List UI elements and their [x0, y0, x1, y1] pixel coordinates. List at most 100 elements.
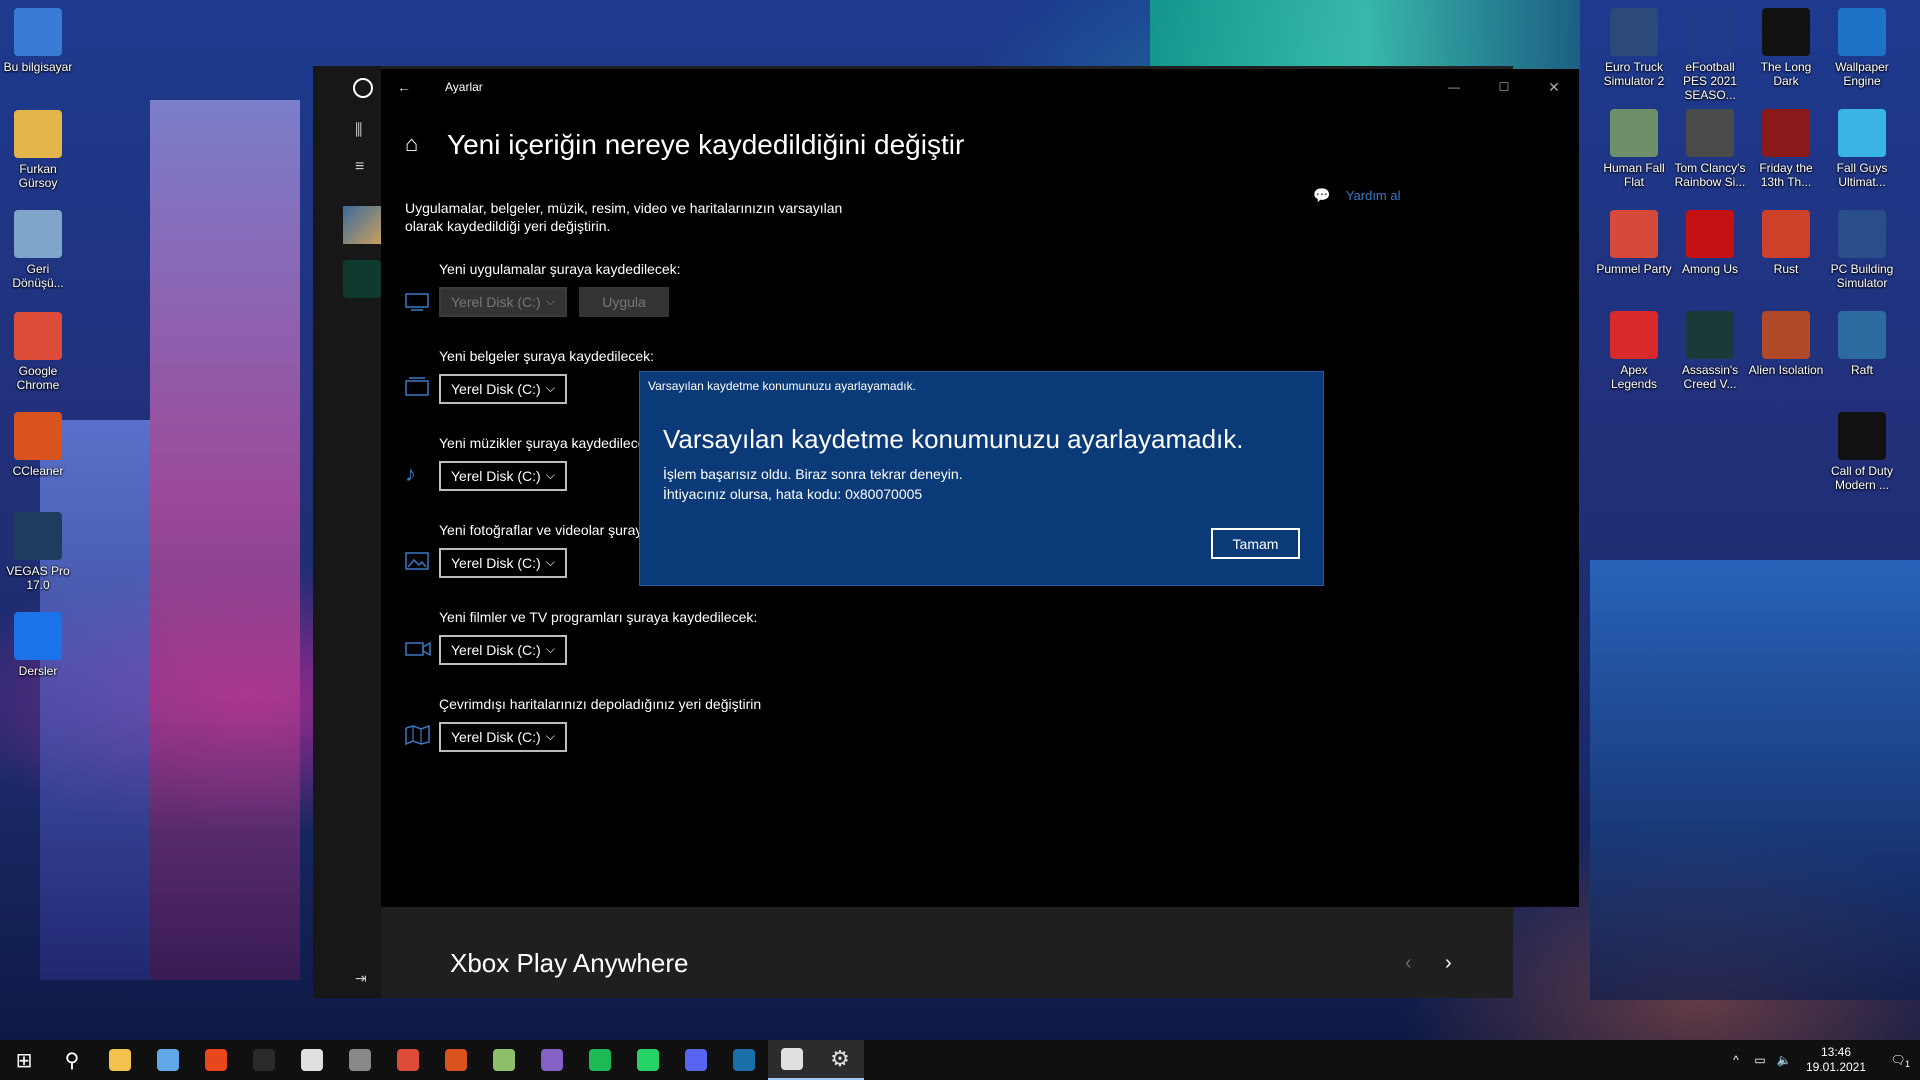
library-icon[interactable]: ⫼: [355, 122, 362, 140]
system-tray: ^ ▭ 🔈 13:46 19.01.2021 🗨 1: [1724, 1040, 1920, 1080]
taskbar-search-button[interactable]: ⚲: [48, 1040, 96, 1080]
desktop-icon[interactable]: eFootball PES 2021 SEASO...: [1672, 8, 1748, 102]
taskbar-office[interactable]: [192, 1040, 240, 1080]
documents-icon: [405, 377, 431, 399]
desktop-icon-label: Rust: [1773, 262, 1799, 276]
desktop-icon[interactable]: CCleaner: [0, 412, 76, 478]
taskbar-chrome[interactable]: [384, 1040, 432, 1080]
taskbar-notepad[interactable]: [480, 1040, 528, 1080]
desktop-icon[interactable]: Fall Guys Ultimat...: [1824, 109, 1900, 189]
close-button[interactable]: ✕: [1529, 79, 1579, 96]
ok-button[interactable]: Tamam: [1211, 528, 1300, 559]
desktop-icon[interactable]: Euro Truck Simulator 2: [1596, 8, 1672, 88]
desktop-icon[interactable]: Bu bilgisayar: [0, 8, 76, 74]
desktop-icon[interactable]: Furkan Gürsoy: [0, 110, 76, 190]
notepad-icon: [493, 1049, 515, 1071]
photos-location-value: Yerel Disk (C:): [451, 555, 541, 571]
desktop-icon[interactable]: Call of Duty Modern ...: [1824, 412, 1900, 492]
app-icon: [14, 312, 62, 360]
desktop-icon-label: Euro Truck Simulator 2: [1603, 60, 1665, 88]
dialog-message: İşlem başarısız oldu. Biraz sonra tekrar…: [663, 464, 963, 504]
carousel-next-icon[interactable]: ›: [1445, 952, 1452, 975]
desktop-icon[interactable]: Rust: [1748, 210, 1824, 276]
xbox-logo-icon[interactable]: [353, 78, 373, 98]
chevron-down-icon: ⌵: [545, 294, 555, 308]
taskbar-ccleaner[interactable]: [432, 1040, 480, 1080]
chevron-down-icon: ⌵: [545, 381, 555, 395]
desktop-icon[interactable]: Alien Isolation: [1748, 311, 1824, 377]
desktop-icon[interactable]: Google Chrome: [0, 312, 76, 392]
app-icon: [14, 110, 62, 158]
taskbar-spotify[interactable]: [576, 1040, 624, 1080]
network-icon[interactable]: ▭: [1748, 1053, 1772, 1067]
desktop-icon[interactable]: Tom Clancy's Rainbow Si...: [1672, 109, 1748, 189]
movies-location-dropdown[interactable]: Yerel Disk (C:) ⌵: [439, 635, 567, 665]
taskbar-this-pc[interactable]: [144, 1040, 192, 1080]
help-link[interactable]: 💬 Yardım al: [1313, 187, 1401, 204]
clock[interactable]: 13:46 19.01.2021: [1796, 1045, 1876, 1075]
desktop-icon[interactable]: Raft: [1824, 311, 1900, 377]
section-music-label: Yeni müzikler şuraya kaydedilecek:: [439, 435, 657, 451]
desktop-icon-label: eFootball PES 2021 SEASO...: [1682, 60, 1738, 102]
taskbar-steam[interactable]: [720, 1040, 768, 1080]
maps-location-value: Yerel Disk (C:): [451, 729, 541, 745]
taskbar-visual-studio[interactable]: [528, 1040, 576, 1080]
menu-icon[interactable]: ≡: [355, 158, 364, 176]
chevron-up-icon[interactable]: ^: [1724, 1053, 1748, 1067]
desktop-icon[interactable]: Geri Dönüşü...: [0, 210, 76, 290]
desktop-icon[interactable]: Assassin's Creed V...: [1672, 311, 1748, 391]
taskbar: ⊞ ⚲ ⚙ ^ ▭ 🔈 13:46 19.01.2021 🗨 1: [0, 1040, 1920, 1080]
desktop-icon[interactable]: Apex Legends: [1596, 311, 1672, 391]
sea-of-thieves-thumbnail[interactable]: [343, 260, 381, 298]
taskbar-whatsapp[interactable]: [624, 1040, 672, 1080]
forza-thumbnail[interactable]: [343, 206, 381, 244]
desktop-icon[interactable]: Friday the 13th Th...: [1748, 109, 1824, 189]
minimize-button[interactable]: —: [1429, 80, 1479, 94]
maps-location-dropdown[interactable]: Yerel Disk (C:) ⌵: [439, 722, 567, 752]
taskbar-xbox[interactable]: [768, 1040, 816, 1080]
help-label: Yardım al: [1345, 188, 1401, 203]
section-documents-label: Yeni belgeler şuraya kaydedilecek:: [439, 348, 655, 364]
music-location-dropdown[interactable]: Yerel Disk (C:) ⌵: [439, 461, 567, 491]
desktop-icon-label: Wallpaper Engine: [1835, 60, 1889, 88]
ccleaner-icon: [445, 1049, 467, 1071]
home-icon[interactable]: ⌂: [405, 131, 418, 157]
app-icon: [1838, 412, 1886, 460]
desktop-icon[interactable]: Among Us: [1672, 210, 1748, 276]
wallpaper-building-left-2: [40, 420, 150, 980]
app-icon: [1762, 210, 1810, 258]
desktop-icon[interactable]: VEGAS Pro 17.0: [0, 512, 76, 592]
apps-location-dropdown[interactable]: Yerel Disk (C:) ⌵: [439, 287, 567, 317]
desktop-icon[interactable]: Wallpaper Engine: [1824, 8, 1900, 88]
app-icon: [14, 512, 62, 560]
taskbar-settings[interactable]: ⚙: [816, 1040, 864, 1080]
documents-location-dropdown[interactable]: Yerel Disk (C:) ⌵: [439, 374, 567, 404]
taskbar-app-dark[interactable]: [336, 1040, 384, 1080]
video-camera-icon: [405, 638, 431, 660]
desktop-icon[interactable]: Human Fall Flat: [1596, 109, 1672, 189]
taskbar-app-round[interactable]: [288, 1040, 336, 1080]
desktop-icon[interactable]: PC Building Simulator: [1824, 210, 1900, 290]
taskbar-pes-game[interactable]: [240, 1040, 288, 1080]
error-dialog: Varsayılan kaydetme konumunuzu ayarlayam…: [639, 371, 1324, 586]
taskbar-file-explorer[interactable]: [96, 1040, 144, 1080]
app-icon: [14, 412, 62, 460]
desktop-icon-label: Pummel Party: [1596, 262, 1672, 276]
desktop-icon[interactable]: The Long Dark: [1748, 8, 1824, 88]
taskbar-discord[interactable]: [672, 1040, 720, 1080]
collapse-icon[interactable]: ⇥: [355, 970, 367, 987]
taskbar-start-button[interactable]: ⊞: [0, 1040, 48, 1080]
notification-icon[interactable]: 🗨 1: [1876, 1053, 1920, 1069]
desktop-icon-label: The Long Dark: [1760, 60, 1812, 88]
volume-icon[interactable]: 🔈: [1772, 1053, 1796, 1067]
photos-location-dropdown[interactable]: Yerel Disk (C:) ⌵: [439, 548, 567, 578]
app-icon: [1610, 8, 1658, 56]
desktop-icon[interactable]: Dersler: [0, 612, 76, 678]
desktop-icon[interactable]: Pummel Party: [1596, 210, 1672, 276]
maximize-button[interactable]: ☐: [1479, 80, 1529, 94]
apply-button[interactable]: Uygula: [579, 287, 669, 317]
back-arrow-icon[interactable]: ←: [397, 79, 427, 95]
carousel-prev-icon[interactable]: ‹: [1405, 952, 1412, 975]
discord-icon: [685, 1049, 707, 1071]
app-icon: [1686, 109, 1734, 157]
